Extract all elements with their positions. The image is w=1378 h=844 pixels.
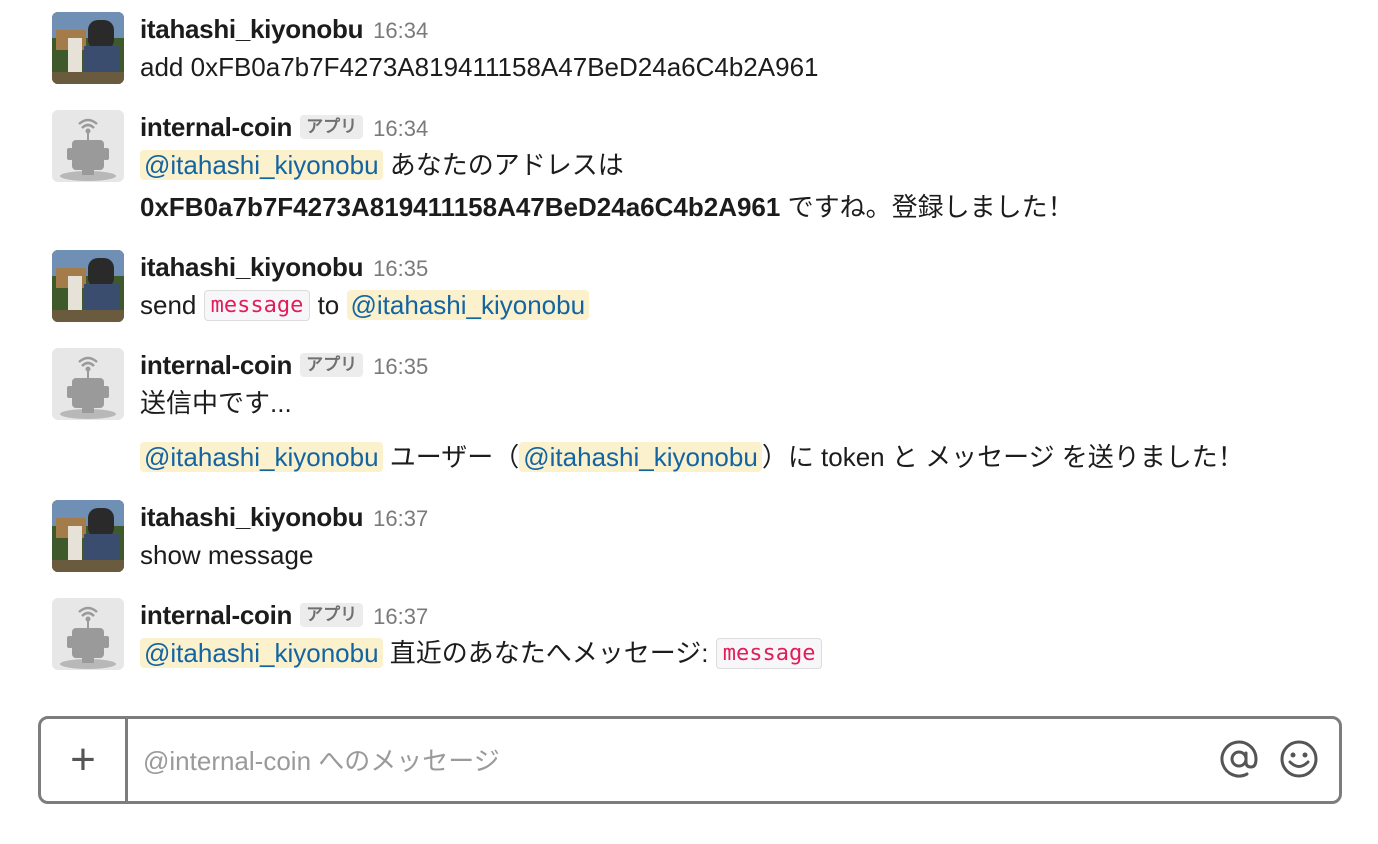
message-text: @itahashi_kiyonobu あなたのアドレスは — [140, 144, 1360, 186]
attach-button[interactable]: + — [41, 719, 128, 801]
user-avatar[interactable] — [52, 250, 124, 322]
message-input[interactable] — [141, 739, 1205, 783]
app-avatar[interactable] — [52, 598, 124, 670]
message-timestamp[interactable]: 16:37 — [373, 506, 428, 531]
message-text: @itahashi_kiyonobu ユーザー（ @itahashi_kiyono… — [140, 436, 1360, 478]
sender-name[interactable]: itahashi_kiyonobu — [140, 14, 363, 44]
message-text: send message to @itahashi_kiyonobu — [140, 284, 1360, 327]
message-timestamp[interactable]: 16:34 — [373, 18, 428, 43]
plus-icon: + — [70, 735, 96, 784]
sender-name[interactable]: itahashi_kiyonobu — [140, 502, 363, 532]
message-text-segment: ）に token と メッセージ を送りました！ — [761, 442, 1244, 472]
photo-avatar-icon — [52, 250, 124, 322]
sender-name[interactable]: internal-coin — [140, 600, 292, 630]
app-badge: アプリ — [300, 353, 364, 377]
message-text-segment: to — [317, 290, 340, 320]
message-text-segment: ですね。登録しました！ — [787, 192, 1074, 222]
app-badge: アプリ — [300, 115, 364, 139]
message-text: @itahashi_kiyonobu 直近のあなたへメッセージ: message — [140, 632, 1360, 675]
user-avatar[interactable] — [52, 500, 124, 572]
user-mention[interactable]: @itahashi_kiyonobu — [519, 442, 762, 472]
app-badge: アプリ — [300, 603, 364, 627]
user-mention[interactable]: @itahashi_kiyonobu — [140, 638, 383, 668]
message-timestamp[interactable]: 16:35 — [373, 354, 428, 379]
app-avatar[interactable] — [52, 110, 124, 182]
message-text-segment: 直近のあなたへメッセージ: — [389, 638, 709, 668]
photo-avatar-icon — [52, 500, 124, 572]
photo-avatar-icon — [52, 12, 124, 84]
user-avatar[interactable] — [52, 12, 124, 84]
app-avatar[interactable] — [52, 348, 124, 420]
mention-button[interactable] — [1217, 737, 1261, 781]
user-mention[interactable]: @itahashi_kiyonobu — [140, 150, 383, 180]
inline-code: message — [715, 638, 823, 669]
emoji-button[interactable] — [1277, 737, 1321, 781]
message-text: 0xFB0a7b7F4273A819411158A47BeD24a6C4b2A9… — [140, 186, 1360, 228]
message-composer: + — [38, 716, 1342, 804]
sender-name[interactable]: itahashi_kiyonobu — [140, 252, 363, 282]
user-mention[interactable]: @itahashi_kiyonobu — [346, 290, 590, 320]
bot-avatar-icon — [52, 348, 124, 420]
message-timestamp[interactable]: 16:37 — [373, 604, 428, 629]
message-text: 送信中です... — [140, 388, 292, 418]
at-sign-icon — [1220, 740, 1258, 778]
bot-avatar-icon — [52, 598, 124, 670]
message-text: show message — [140, 540, 314, 570]
wallet-address: 0xFB0a7b7F4273A819411158A47BeD24a6C4b2A9… — [140, 192, 781, 222]
smiley-icon — [1280, 740, 1318, 778]
sender-name[interactable]: internal-coin — [140, 350, 292, 380]
message-text-segment: send — [140, 290, 197, 320]
inline-code: message — [203, 290, 311, 321]
message-text-segment: ユーザー（ — [389, 442, 520, 472]
message-text: add 0xFB0a7b7F4273A819411158A47BeD24a6C4… — [140, 52, 819, 82]
user-mention[interactable]: @itahashi_kiyonobu — [140, 442, 383, 472]
message-timestamp[interactable]: 16:34 — [373, 116, 428, 141]
message-timestamp[interactable]: 16:35 — [373, 256, 428, 281]
bot-avatar-icon — [52, 110, 124, 182]
message-text-segment: あなたのアドレスは — [389, 150, 624, 180]
sender-name[interactable]: internal-coin — [140, 112, 292, 142]
